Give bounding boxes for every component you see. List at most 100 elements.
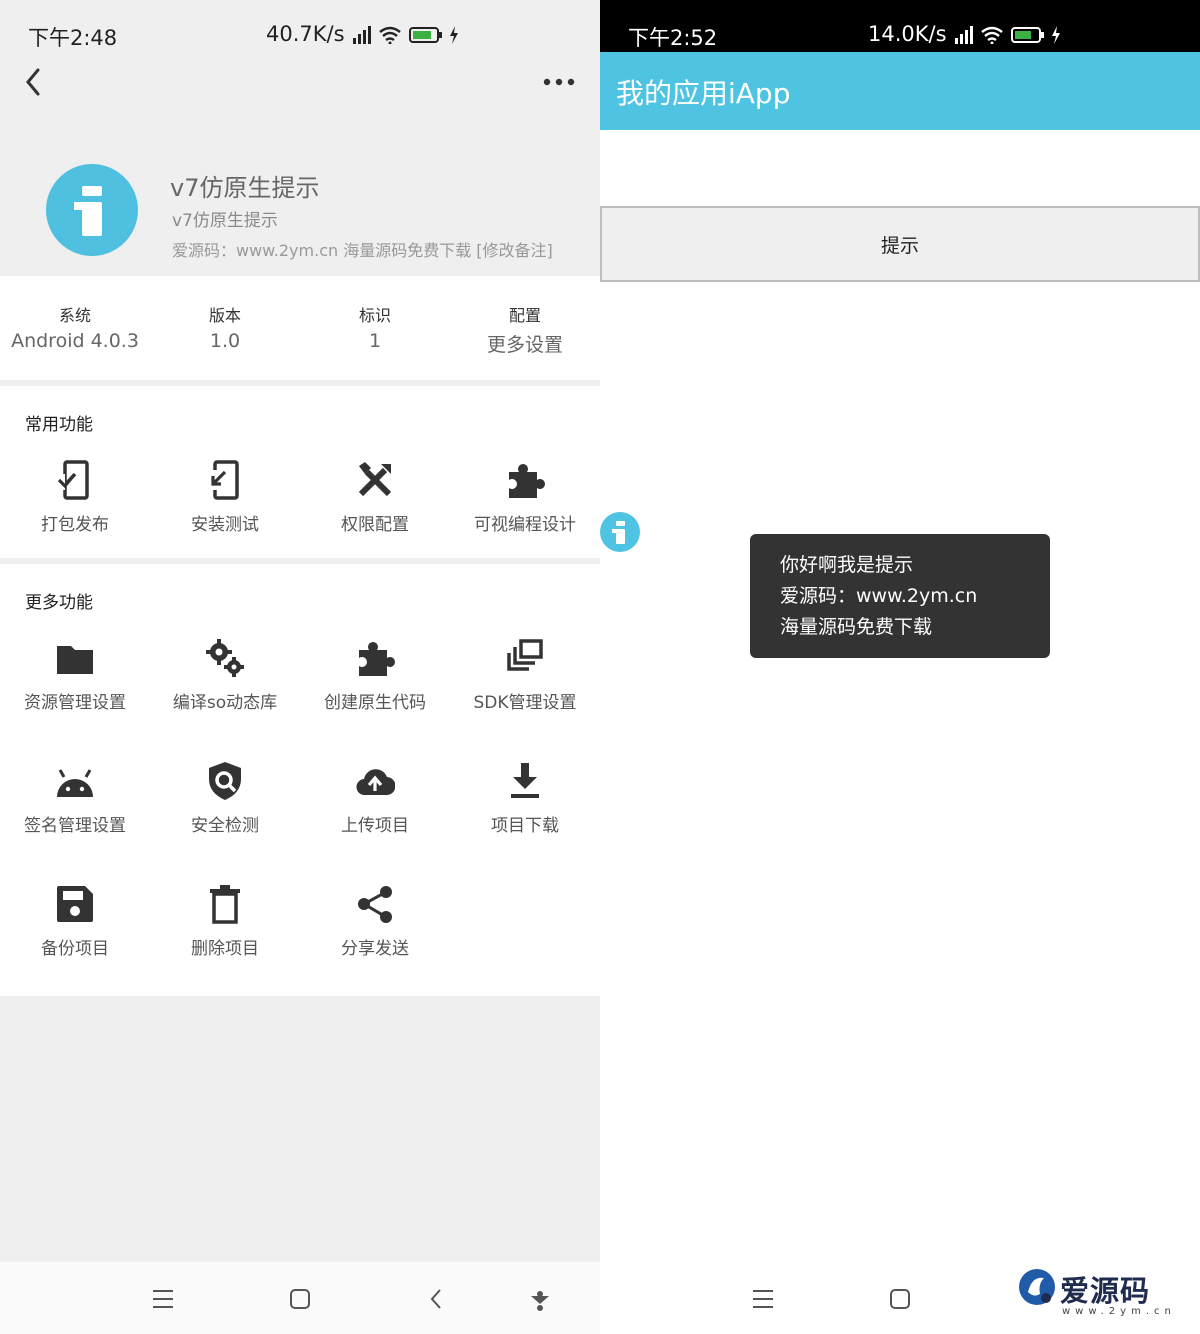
battery-icon xyxy=(1010,27,1044,43)
section-title: 常用功能 xyxy=(25,415,93,435)
network-speed: 40.7K/s xyxy=(266,22,459,46)
section-title: 更多功能 xyxy=(25,593,93,613)
back-icon[interactable] xyxy=(20,62,50,102)
package-publish-button[interactable]: 打包发布 xyxy=(0,460,150,550)
grid-item-label: 可视编程设计 xyxy=(474,515,576,535)
grid-item-label: 资源管理设置 xyxy=(24,693,126,713)
tip-button[interactable]: 提示 xyxy=(600,206,1200,282)
toast-line: 你好啊我是提示 xyxy=(780,554,914,576)
signal-icon xyxy=(353,26,372,44)
app-info-icon xyxy=(46,164,138,256)
assistant-icon[interactable] xyxy=(527,1286,553,1312)
status-bar: 下午2:48 40.7K/s xyxy=(0,0,600,64)
common-functions-section: 常用功能 打包发布 安装测试 权限配置 可视编程设计 xyxy=(0,386,600,558)
app-bar: 我的应用iApp xyxy=(600,52,1200,130)
more-options-icon[interactable] xyxy=(542,68,576,96)
toast-line: 爱源码：www.2ym.cn xyxy=(780,585,978,607)
grid-item-label: 打包发布 xyxy=(41,515,109,535)
info-value: 1.0 xyxy=(209,330,241,352)
top-bar xyxy=(0,62,600,102)
backup-project-button[interactable]: 备份项目 xyxy=(0,884,150,974)
download-icon xyxy=(511,763,539,798)
grid-item-label: 分享发送 xyxy=(341,939,409,959)
share-send-button[interactable]: 分享发送 xyxy=(300,884,450,974)
folder-icon xyxy=(57,646,93,674)
grid-item-label: 创建原生代码 xyxy=(324,693,426,713)
network-speed: 14.0K/s xyxy=(868,22,1061,46)
grid-item-label: 安装测试 xyxy=(191,515,259,535)
resource-management-button[interactable]: 资源管理设置 xyxy=(0,638,150,728)
permission-config-button[interactable]: 权限配置 xyxy=(300,460,450,550)
upload-project-button[interactable]: 上传项目 xyxy=(300,761,450,851)
save-icon xyxy=(57,886,93,922)
menu-icon[interactable] xyxy=(150,1286,176,1312)
app-name: v7仿原生提示 xyxy=(170,174,320,202)
project-download-button[interactable]: 项目下载 xyxy=(450,761,600,851)
status-bar: 下午2:52 14.0K/s xyxy=(600,0,1200,52)
app-bar-title: 我的应用iApp xyxy=(616,77,791,110)
project-info-card: 系统 Android 4.0.3 版本 1.0 标识 1 配置 更多设置 xyxy=(0,276,600,380)
info-label: 系统 xyxy=(58,306,91,325)
floating-info-icon[interactable] xyxy=(600,512,640,552)
app-preview-screen: 下午2:52 14.0K/s 我的应用iApp 提示 你好啊我是提示 爱源码：w… xyxy=(600,0,1200,1334)
battery-icon xyxy=(408,27,442,43)
watermark-logo-icon xyxy=(1019,1269,1055,1305)
signal-icon xyxy=(955,26,974,44)
toast-message: 你好啊我是提示 爱源码：www.2ym.cn 海量源码免费下载 xyxy=(750,534,1050,658)
sdk-management-button[interactable]: SDK管理设置 xyxy=(450,638,600,728)
app-package: v7仿原生提示 xyxy=(172,211,278,231)
delete-project-button[interactable]: 删除项目 xyxy=(150,884,300,974)
charging-icon xyxy=(450,26,459,44)
wifi-icon xyxy=(379,26,401,44)
info-version: 版本 1.0 xyxy=(150,276,300,380)
network-speed-text: 40.7K/s xyxy=(266,22,345,46)
visual-programming-button[interactable]: 可视编程设计 xyxy=(450,460,600,550)
wifi-icon xyxy=(981,26,1003,44)
charging-icon xyxy=(1052,26,1061,44)
grid-item-label: 签名管理设置 xyxy=(24,816,126,836)
signature-management-button[interactable]: 签名管理设置 xyxy=(0,761,150,851)
puzzle-icon xyxy=(359,642,395,676)
status-time: 下午2:48 xyxy=(28,26,118,50)
info-value: 1 xyxy=(368,330,382,352)
info-system: 系统 Android 4.0.3 xyxy=(0,276,150,380)
watermark-logo: 爱源码 www.2ym.cn xyxy=(1018,1266,1198,1326)
android-icon xyxy=(57,769,93,797)
more-settings-link[interactable]: 更多设置 xyxy=(450,330,600,357)
grid-item-label: SDK管理设置 xyxy=(473,693,577,713)
share-icon xyxy=(358,886,392,923)
create-native-code-button[interactable]: 创建原生代码 xyxy=(300,638,450,728)
install-test-icon xyxy=(209,460,239,500)
delete-icon xyxy=(210,885,240,924)
package-publish-icon xyxy=(55,460,89,500)
home-icon[interactable] xyxy=(887,1286,913,1312)
tools-icon xyxy=(358,462,392,497)
nav-bar xyxy=(0,1262,600,1334)
app-header: v7仿原生提示 v7仿原生提示 爱源码：www.2ym.cn 海量源码免费下载 … xyxy=(0,140,600,276)
shield-search-icon xyxy=(209,762,241,800)
grid-item-label: 删除项目 xyxy=(191,939,259,959)
info-label: 标识 xyxy=(358,306,391,325)
compile-so-button[interactable]: 编译so动态库 xyxy=(150,638,300,728)
security-check-button[interactable]: 安全检测 xyxy=(150,761,300,851)
grid-item-label: 安全检测 xyxy=(191,816,259,836)
iapp-project-screen: 下午2:48 40.7K/s v7仿原生提示 v7仿原生提示 爱源码：www.2… xyxy=(0,0,600,1334)
grid-item-label: 权限配置 xyxy=(341,515,409,535)
watermark-text: 爱源码 xyxy=(1060,1274,1151,1308)
app-note[interactable]: 爱源码：www.2ym.cn 海量源码免费下载 [修改备注] xyxy=(172,237,553,261)
watermark-url: www.2ym.cn xyxy=(1062,1306,1176,1317)
toast-line: 海量源码免费下载 xyxy=(780,616,933,638)
info-config[interactable]: 配置 更多设置 xyxy=(450,276,600,380)
puzzle-icon xyxy=(509,464,545,498)
info-label: 版本 xyxy=(208,306,241,325)
info-value: Android 4.0.3 xyxy=(11,330,139,352)
menu-icon[interactable] xyxy=(750,1286,776,1312)
grid-item-label: 上传项目 xyxy=(341,816,409,836)
install-test-button[interactable]: 安装测试 xyxy=(150,460,300,550)
network-speed-text: 14.0K/s xyxy=(868,22,947,46)
more-functions-section: 更多功能 资源管理设置 编译so动态库 创建原生代码 SDK管理设置 签名管理设… xyxy=(0,564,600,996)
cloud-upload-icon xyxy=(356,769,395,796)
home-icon[interactable] xyxy=(287,1286,313,1312)
back-nav-icon[interactable] xyxy=(424,1286,450,1312)
library-icon xyxy=(507,639,543,671)
